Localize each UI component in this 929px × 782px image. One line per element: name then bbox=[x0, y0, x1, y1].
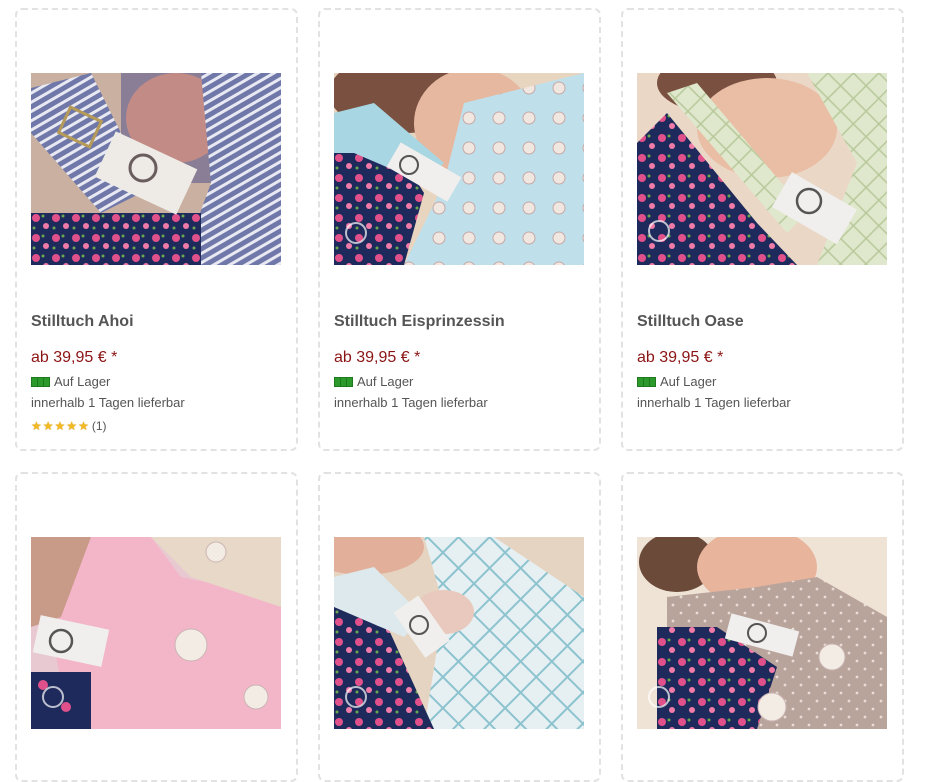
product-image[interactable] bbox=[334, 73, 584, 265]
product-price: ab 39,95 € * bbox=[637, 349, 724, 366]
stock-status: Auf Lager bbox=[31, 374, 110, 389]
delivery-time: innerhalb 1 Tagen lieferbar bbox=[334, 395, 488, 410]
delivery-time: innerhalb 1 Tagen lieferbar bbox=[637, 395, 791, 410]
product-title[interactable]: Stilltuch Ahoi bbox=[31, 313, 134, 331]
rating-count: (1) bbox=[91, 419, 107, 433]
product-card[interactable] bbox=[318, 472, 601, 782]
stock-status: Auf Lager bbox=[334, 374, 413, 389]
product-price: ab 39,95 € * bbox=[334, 349, 421, 366]
stock-label: Auf Lager bbox=[54, 374, 111, 389]
product-title[interactable]: Stilltuch Oase bbox=[637, 313, 744, 331]
product-card[interactable]: Stilltuch Ahoi ab 39,95 € * Auf Lager in… bbox=[15, 8, 298, 451]
product-card[interactable] bbox=[621, 472, 904, 782]
product-rating: ★ ★ ★ ★ ★ (1) bbox=[31, 419, 107, 433]
star-icon: ★ bbox=[54, 419, 66, 433]
stock-available-icon bbox=[637, 376, 656, 387]
product-image[interactable] bbox=[31, 73, 281, 265]
product-card[interactable]: Stilltuch Oase ab 39,95 € * Auf Lager in… bbox=[621, 8, 904, 451]
star-icon: ★ bbox=[66, 419, 78, 433]
star-icon: ★ bbox=[31, 419, 42, 433]
stock-label: Auf Lager bbox=[357, 374, 414, 389]
star-icon: ★ bbox=[42, 419, 54, 433]
product-card[interactable]: Stilltuch Eisprinzessin ab 39,95 € * Auf… bbox=[318, 8, 601, 451]
product-image[interactable] bbox=[334, 537, 584, 729]
product-title[interactable]: Stilltuch Eisprinzessin bbox=[334, 313, 505, 331]
product-image[interactable] bbox=[637, 73, 887, 265]
stock-available-icon bbox=[334, 376, 353, 387]
stock-status: Auf Lager bbox=[637, 374, 716, 389]
product-image[interactable] bbox=[31, 537, 281, 729]
stock-label: Auf Lager bbox=[660, 374, 717, 389]
stock-available-icon bbox=[31, 376, 50, 387]
product-price: ab 39,95 € * bbox=[31, 349, 118, 366]
delivery-time: innerhalb 1 Tagen lieferbar bbox=[31, 395, 185, 410]
star-icon: ★ bbox=[78, 419, 89, 433]
product-card[interactable] bbox=[15, 472, 298, 782]
product-image[interactable] bbox=[637, 537, 887, 729]
